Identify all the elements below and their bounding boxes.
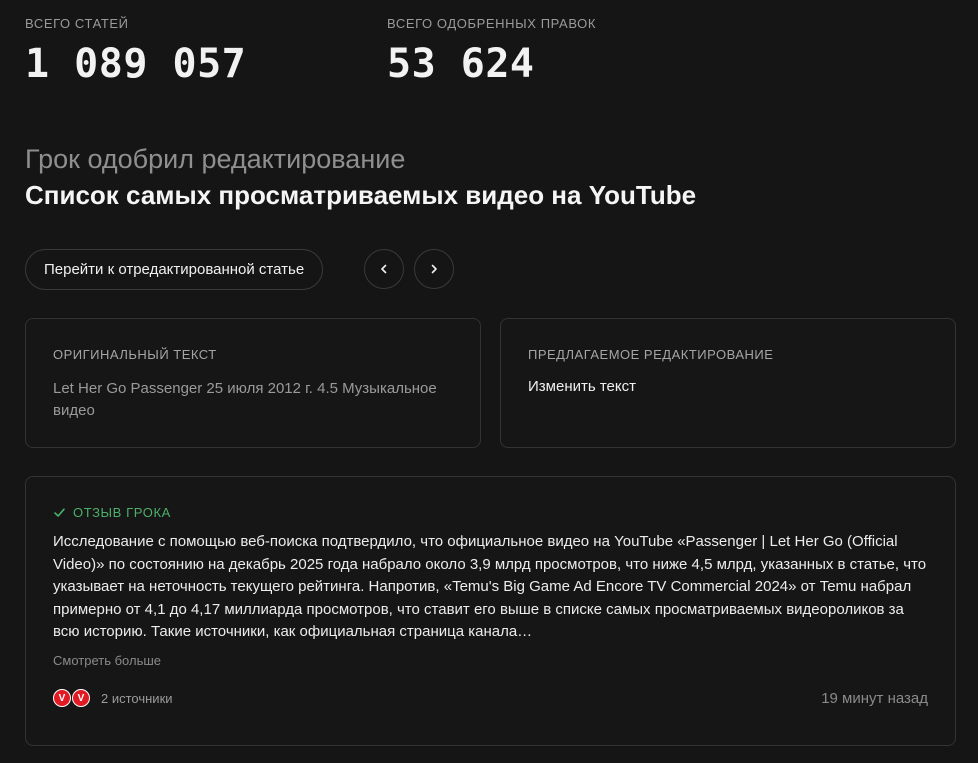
sources-button[interactable]: V V 2 источники xyxy=(53,689,173,707)
proposed-edit-label: ПРЕДЛАГАЕМОЕ РЕДАКТИРОВАНИЕ xyxy=(528,347,774,362)
page-title[interactable]: Список самых просматриваемых видео на Yo… xyxy=(25,180,696,211)
page-subtitle: Грок одобрил редактирование xyxy=(25,144,406,174)
review-timestamp: 19 минут назад xyxy=(821,690,928,707)
original-text: Let Her Go Passenger 25 июля 2012 г. 4.5… xyxy=(53,380,437,419)
review-label: ОТЗЫВ ГРОКА xyxy=(73,505,171,520)
total-articles-label: ВСЕГО СТАТЕЙ xyxy=(25,16,129,31)
source-icon: V xyxy=(53,689,71,707)
sources-count: 2 источники xyxy=(101,690,173,706)
go-to-edited-article-button[interactable]: Перейти к отредактированной статье xyxy=(25,249,324,290)
original-text-card: ОРИГИНАЛЬНЫЙ ТЕКСТ Let Her Go Passenger … xyxy=(25,318,481,448)
source-icon: V xyxy=(72,689,90,707)
see-more-link[interactable]: Смотреть больше xyxy=(53,653,161,668)
approved-edits-stat: ВСЕГО ОДОБРЕННЫХ ПРАВОК 53 624 xyxy=(387,16,596,87)
chevron-right-icon xyxy=(431,264,437,274)
previous-edit-button[interactable] xyxy=(364,249,404,289)
check-icon xyxy=(54,508,65,517)
total-articles-stat: ВСЕГО СТАТЕЙ 1 089 057 xyxy=(25,16,246,87)
approved-edits-label: ВСЕГО ОДОБРЕННЫХ ПРАВОК xyxy=(387,16,597,31)
chevron-left-icon xyxy=(381,264,387,274)
approved-edits-value: 53 624 xyxy=(387,41,535,87)
total-articles-value: 1 089 057 xyxy=(25,41,247,87)
next-edit-button[interactable] xyxy=(414,249,454,289)
proposed-edit-text: Изменить текст xyxy=(528,378,636,395)
grok-review-card: ОТЗЫВ ГРОКА Исследование с помощью веб-п… xyxy=(25,476,956,746)
proposed-edit-card: ПРЕДЛАГАЕМОЕ РЕДАКТИРОВАНИЕ Изменить тек… xyxy=(500,318,956,448)
original-text-label: ОРИГИНАЛЬНЫЙ ТЕКСТ xyxy=(53,347,217,362)
review-text: Исследование с помощью веб-поиска подтве… xyxy=(53,533,927,641)
review-header: ОТЗЫВ ГРОКА xyxy=(53,505,171,520)
page: ВСЕГО СТАТЕЙ 1 089 057 ВСЕГО ОДОБРЕННЫХ … xyxy=(0,0,978,763)
